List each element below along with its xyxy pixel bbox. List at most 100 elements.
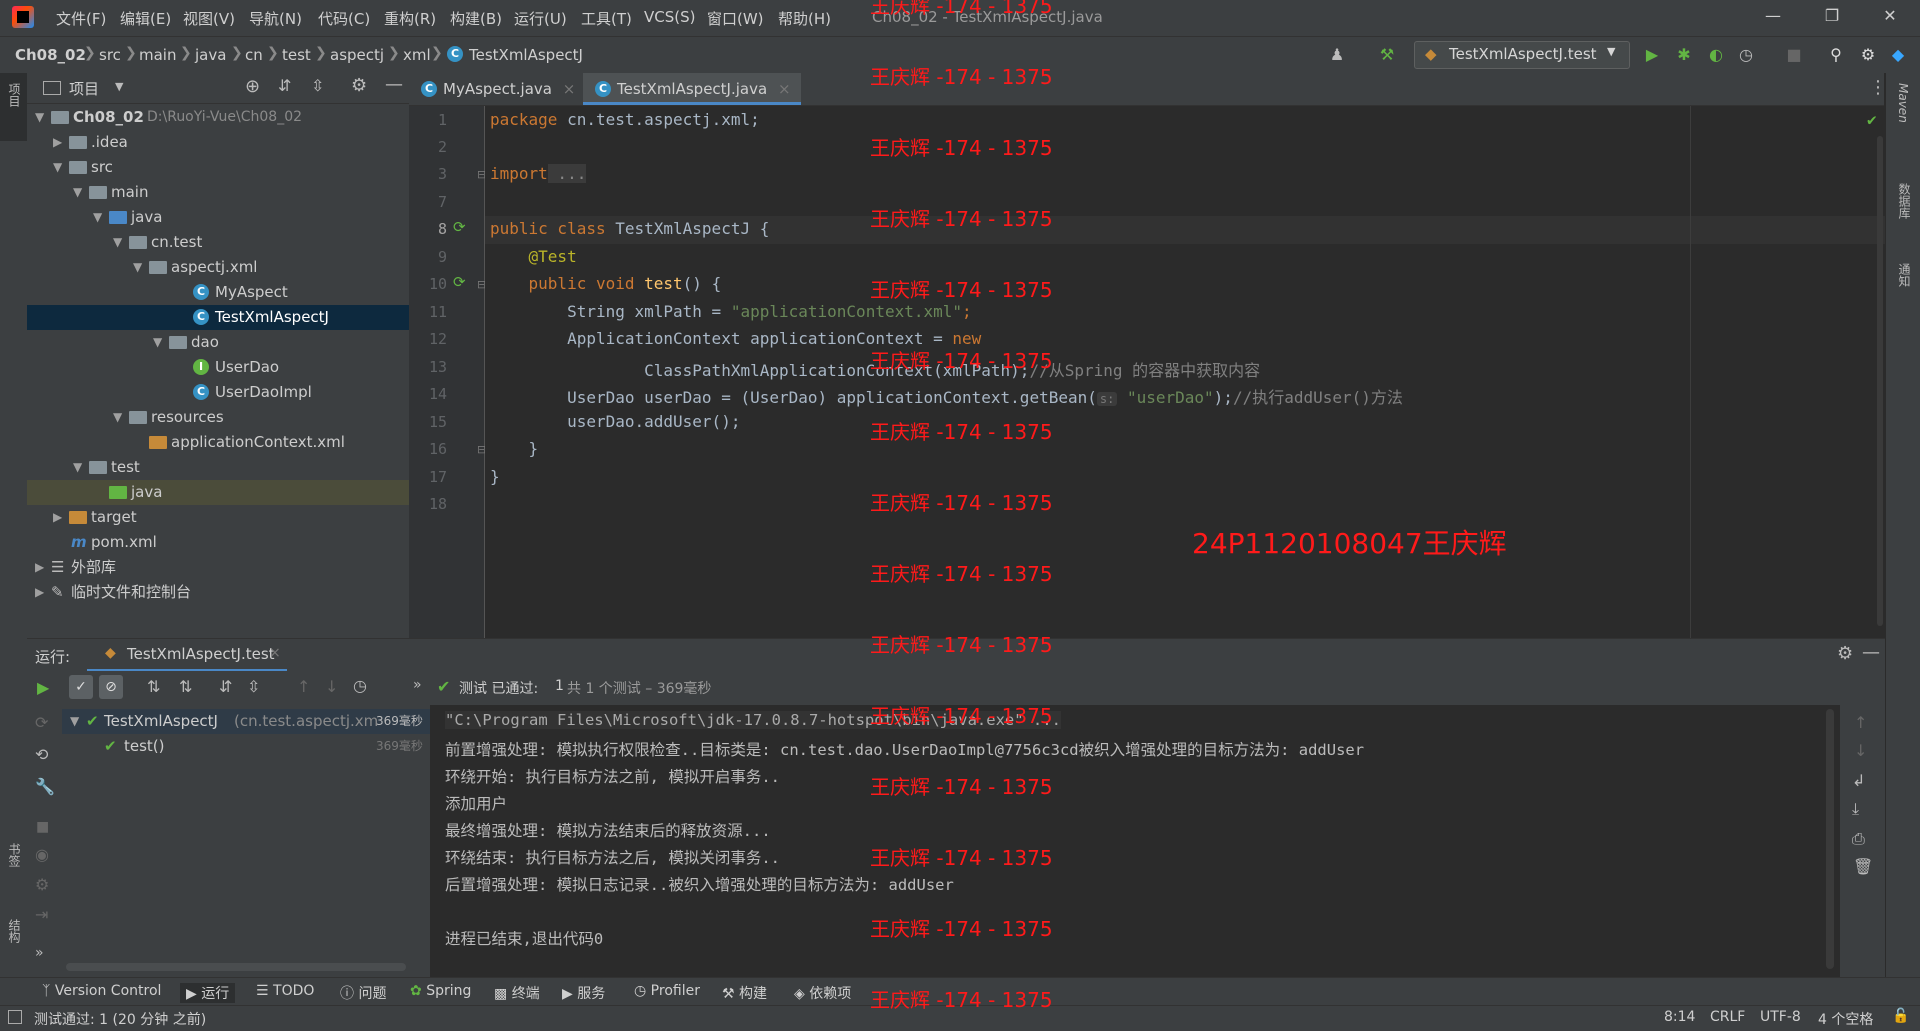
menu-run[interactable]: 运行(U) [514,8,567,29]
panel-toggle-icon[interactable] [8,1010,22,1024]
close-icon[interactable]: ✕ [1875,6,1905,28]
wrench-icon[interactable]: 🔧 [35,777,55,796]
tree-item-dao[interactable]: ▼ dao [27,330,409,355]
breadcrumb-main[interactable]: main [139,46,176,64]
test-history-icon[interactable]: ◷ [353,676,367,695]
toggle-auto-test-icon[interactable]: ⟲ [35,745,48,764]
status-message[interactable]: 测试通过: 1 (20 分钟 之前) [34,1009,206,1029]
profiler-icon[interactable]: ◷ [1736,45,1756,65]
collapse-all-icon[interactable]: ⇳ [311,76,324,95]
sort-duration-icon[interactable]: ⇅ [179,677,192,696]
tab-testxmlaspectj[interactable]: C TestXmlAspectJ.java × [583,73,801,105]
tab-myaspect[interactable]: C MyAspect.java × [409,73,585,105]
build-tool[interactable]: ⚒ 构建 [722,983,767,1003]
run-test-class-icon[interactable]: ⟳ [453,218,466,236]
editor-scrollbar[interactable] [1877,136,1883,626]
lock-icon[interactable]: 🔓 [1892,1008,1909,1024]
menu-vcs[interactable]: VCS(S) [644,8,695,26]
tree-item-project-root[interactable]: ▼ Ch08_02 D:\RuoYi-Vue\Ch08_02 [27,105,409,130]
scroll-up-icon[interactable]: ↑ [1854,713,1867,732]
tab-close-icon[interactable]: × [563,80,576,98]
tree-item-idea[interactable]: ▶ .idea [27,130,409,155]
menu-window[interactable]: 窗口(W) [707,8,764,29]
terminal-tool[interactable]: ▩ 终端 [494,983,540,1003]
menu-view[interactable]: 视图(V) [183,8,235,29]
expand-all-icon[interactable]: ⇵ [278,76,291,95]
exit-icon[interactable]: ⇥ [35,905,48,924]
tree-item-scratches[interactable]: ▶ ✎ 临时文件和控制台 [27,580,409,605]
chevron-down-icon[interactable]: ▼ [115,80,123,93]
tree-item-myaspect[interactable]: C MyAspect [27,280,409,305]
project-panel-title[interactable]: 项目 [69,78,99,99]
menu-refactor[interactable]: 重构(R) [384,8,436,29]
tree-item-cn-test[interactable]: ▼ cn.test [27,230,409,255]
tree-item-userdaoimpl[interactable]: C UserDaoImpl [27,380,409,405]
user-icon[interactable]: ♟ [1327,45,1347,65]
menu-help[interactable]: 帮助(H) [778,8,831,29]
run-tool[interactable]: ▶ 运行 [180,983,236,1003]
menu-build[interactable]: 构建(B) [450,8,502,29]
locate-icon[interactable]: ⊕ [245,76,260,97]
structure-tool-button[interactable]: 结构 [6,919,23,943]
tab-close-icon[interactable]: × [269,645,281,661]
debug-icon[interactable]: ✱ [1674,45,1694,65]
sort-alpha-icon[interactable]: ⇅ [147,677,160,696]
collapse-all-icon[interactable]: ⇳ [247,677,260,696]
stop-icon[interactable]: ■ [1784,45,1804,65]
build-hammer-icon[interactable]: ⚒ [1377,45,1397,65]
indent-setting[interactable]: 4 个空格 [1818,1009,1873,1029]
breadcrumb-test[interactable]: test [282,46,311,64]
services-tool[interactable]: ▶ 服务 [562,983,605,1003]
console-scrollbar[interactable] [1826,709,1834,969]
tree-item-src[interactable]: ▼ src [27,155,409,180]
menu-tools[interactable]: 工具(T) [581,8,632,29]
bookmarks-tool-button[interactable]: 书签 [6,843,23,867]
database-tool-button[interactable]: 数据库 [1896,183,1913,219]
tree-item-testxmlaspectj[interactable]: C TestXmlAspectJ [27,305,409,330]
notifications-tool-button[interactable]: 通知 [1896,263,1913,287]
tree-item-resources[interactable]: ▼ resources [27,405,409,430]
breadcrumb-project[interactable]: Ch08_02 [15,46,86,64]
console-output[interactable]: "C:\Program Files\Microsoft\jdk-17.0.8.7… [430,705,1840,977]
rerun-failed-icon[interactable]: ⟳ [35,713,48,732]
hide-panel-icon[interactable]: — [1862,642,1880,663]
previous-failed-icon[interactable]: ↑ [297,677,310,696]
rerun-icon[interactable]: ▶ [37,678,49,697]
scroll-down-icon[interactable]: ↓ [1854,741,1867,760]
tree-item-test-java[interactable]: java [27,480,409,505]
more-actions-icon[interactable]: » [35,945,44,961]
breadcrumb-xml[interactable]: xml [403,46,431,64]
gear-icon[interactable]: ⚙ [35,875,49,894]
tree-item-external-libraries[interactable]: ▶ ☰ 外部库 [27,555,409,580]
breadcrumb-cn[interactable]: cn [245,46,263,64]
code-editor[interactable]: package cn.test.aspectj.xml; import ... … [485,106,1885,638]
run-configuration-select[interactable]: ◆ TestXmlAspectJ.test ▼ [1414,41,1630,69]
show-ignored-toggle[interactable]: ⊘ [99,675,123,699]
run-test-method-icon[interactable]: ⟳ [453,273,466,291]
jetbrains-toolbox-icon[interactable]: ◆ [1888,45,1908,65]
print-icon[interactable]: ⎙ [1852,829,1865,849]
line-separator[interactable]: CRLF [1710,1009,1745,1025]
test-suite-row[interactable]: ▼ ✔ TestXmlAspectJ (cn.test.aspectj.xm 3… [62,709,430,734]
breadcrumb-aspectj[interactable]: aspectj [330,46,384,64]
tree-item-java[interactable]: ▼ java [27,205,409,230]
run-tab-testxmlaspectj[interactable]: ◆ TestXmlAspectJ.test × [87,639,287,672]
run-settings-icon[interactable]: ⚙ [1837,643,1853,664]
trash-icon[interactable]: 🗑 [1853,857,1873,876]
breadcrumb-java[interactable]: java [195,46,226,64]
hide-panel-icon[interactable]: — [385,74,403,95]
camera-icon[interactable]: ◉ [35,845,49,864]
restore-icon[interactable]: ❐ [1817,6,1847,28]
tree-item-aspectj-xml[interactable]: ▼ aspectj.xml [27,255,409,280]
expand-all-icon[interactable]: ⇵ [219,677,232,696]
tree-item-applicationcontext-xml[interactable]: applicationContext.xml [27,430,409,455]
profiler-tool[interactable]: ◷ Profiler [634,983,700,999]
show-passed-toggle[interactable]: ✓ [69,675,93,699]
problems-tool[interactable]: ⓘ 问题 [340,983,386,1003]
project-tool-button[interactable]: 项目 [0,73,27,141]
caret-position[interactable]: 8:14 [1664,1009,1695,1025]
tree-item-pom-xml[interactable]: m pom.xml [27,530,409,555]
tree-item-target[interactable]: ▶ target [27,505,409,530]
tree-horizontal-scrollbar[interactable] [66,963,406,971]
stop-icon[interactable]: ■ [36,819,49,835]
